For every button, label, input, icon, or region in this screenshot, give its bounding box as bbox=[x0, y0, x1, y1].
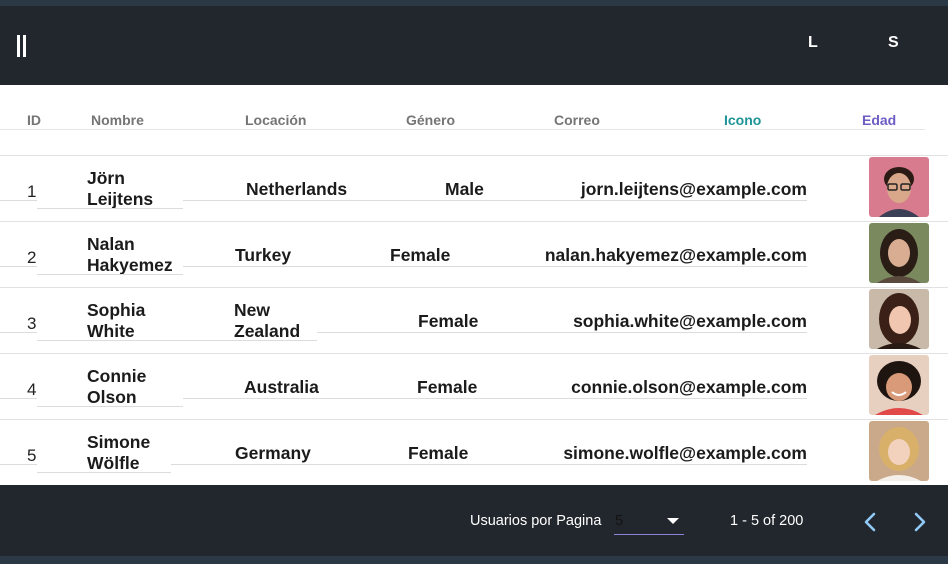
table-row[interactable]: 5 Simone Wölfle Germany Female simone.wol… bbox=[0, 420, 948, 486]
cell-location: Netherlands bbox=[246, 179, 348, 199]
column-header-genero[interactable]: Género bbox=[406, 112, 455, 128]
avatar bbox=[869, 157, 929, 217]
cell-underline bbox=[37, 208, 183, 209]
rows-per-page-label: Usuarios por Pagina bbox=[470, 513, 602, 529]
avatar bbox=[869, 355, 929, 415]
l-button[interactable]: L bbox=[808, 34, 818, 52]
cell-name: Simone Wölfle bbox=[87, 432, 151, 473]
cell-id: 4 bbox=[27, 380, 37, 399]
cell-gender: Female bbox=[417, 377, 478, 397]
cell-gender: Female bbox=[408, 443, 469, 463]
cell-underline bbox=[183, 200, 807, 201]
cell-underline bbox=[0, 332, 37, 333]
cell-underline bbox=[183, 266, 807, 267]
cell-id: 1 bbox=[27, 182, 37, 201]
cell-underline bbox=[317, 332, 807, 333]
column-header-id[interactable]: ID bbox=[27, 112, 41, 128]
caret-down-icon bbox=[667, 518, 679, 524]
cell-gender: Female bbox=[390, 245, 451, 265]
cell-underline bbox=[37, 406, 183, 407]
avatar-female-brunette-icon bbox=[869, 289, 929, 349]
cell-underline bbox=[171, 464, 807, 465]
app-bar: L S bbox=[0, 6, 948, 85]
s-button[interactable]: S bbox=[888, 34, 899, 52]
cell-underline bbox=[0, 464, 37, 465]
cell-underline bbox=[37, 472, 171, 473]
chevron-right-icon bbox=[914, 512, 926, 532]
cell-id: 2 bbox=[27, 248, 37, 267]
cell-id: 5 bbox=[27, 446, 37, 465]
pagination-range: 1 - 5 of 200 bbox=[730, 513, 804, 529]
users-table: ID Nombre Locación Género Correo Icono E… bbox=[0, 85, 948, 485]
cell-location: Germany bbox=[235, 443, 311, 463]
table-row[interactable]: 3 Sophia White New Zealand Female sophia.w… bbox=[0, 288, 948, 354]
next-page-button[interactable] bbox=[909, 510, 931, 534]
cell-underline bbox=[183, 398, 807, 399]
cell-name: Sophia White bbox=[87, 300, 146, 341]
cell-gender: Female bbox=[418, 311, 479, 331]
bottom-strip bbox=[0, 556, 948, 564]
cell-email: connie.olson@example.com bbox=[571, 377, 807, 397]
avatar bbox=[869, 223, 929, 283]
column-header-edad[interactable]: Edad bbox=[862, 112, 896, 128]
cell-name: Connie Olson bbox=[87, 366, 147, 407]
table-row[interactable]: 4 Connie Olson Australia Female connie.ol… bbox=[0, 354, 948, 420]
cell-underline bbox=[37, 340, 317, 341]
rows-per-page-select[interactable]: 5 bbox=[614, 507, 684, 535]
avatar bbox=[869, 289, 929, 349]
column-header-icono[interactable]: Icono bbox=[724, 112, 761, 128]
cell-location: Australia bbox=[244, 377, 319, 397]
cell-underline bbox=[0, 266, 37, 267]
column-header-locacion[interactable]: Locación bbox=[245, 112, 306, 128]
rows-per-page-value: 5 bbox=[615, 513, 624, 529]
table-row[interactable]: 1 Jörn Leijtens Netherlands Male jorn.lei… bbox=[0, 156, 948, 222]
cell-email: nalan.hakyemez@example.com bbox=[544, 245, 807, 265]
cell-location: Turkey bbox=[235, 245, 292, 265]
avatar-female-dark-hair-icon bbox=[869, 223, 929, 283]
pagination-bar: Usuarios por Pagina 5 1 - 5 of 200 bbox=[0, 485, 948, 556]
cell-name: Nalan Hakyemez bbox=[87, 234, 173, 275]
avatar bbox=[869, 421, 929, 481]
previous-page-button[interactable] bbox=[859, 510, 881, 534]
cell-email: jorn.leijtens@example.com bbox=[580, 179, 807, 199]
cell-email: simone.wolfle@example.com bbox=[563, 443, 807, 463]
cell-underline bbox=[37, 274, 183, 275]
avatar-female-blonde-icon bbox=[869, 421, 929, 481]
column-header-correo[interactable]: Correo bbox=[554, 112, 600, 128]
menu-icon[interactable] bbox=[14, 32, 32, 60]
table-row[interactable]: 2 Nalan Hakyemez Turkey Female nalan.haky… bbox=[0, 222, 948, 288]
cell-email: sophia.white@example.com bbox=[573, 311, 807, 331]
avatar-male-glasses-icon bbox=[869, 157, 929, 217]
cell-name: Jörn Leijtens bbox=[87, 168, 154, 209]
chevron-left-icon bbox=[864, 512, 876, 532]
column-header-nombre[interactable]: Nombre bbox=[91, 112, 144, 128]
cell-underline bbox=[0, 398, 37, 399]
cell-location: New Zealand bbox=[234, 300, 301, 341]
header-divider bbox=[0, 129, 925, 130]
cell-id: 3 bbox=[27, 314, 37, 333]
avatar-female-smiling-icon bbox=[869, 355, 929, 415]
cell-gender: Male bbox=[445, 179, 484, 199]
cell-underline bbox=[0, 200, 37, 201]
